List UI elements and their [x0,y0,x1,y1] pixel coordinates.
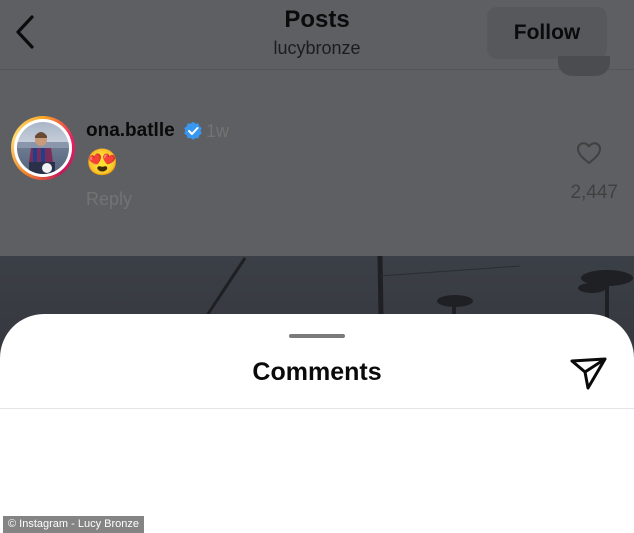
paper-plane-icon [570,357,607,390]
comments-title: Comments [252,358,382,386]
sheet-grabber[interactable] [289,334,345,338]
avatar[interactable] [11,116,75,180]
comment-username[interactable]: ona.batlle [86,120,175,142]
comment-timestamp: 1w [206,121,230,141]
comment-text: 😍 [86,147,119,177]
image-credit: © Instagram - Lucy Bronze [3,516,144,533]
comments-sheet: Comments [0,314,634,533]
verified-badge-icon [183,121,203,141]
heart-outline-icon [577,142,601,164]
sheet-divider [0,408,634,409]
like-count: 2,447 [570,182,618,203]
follow-button[interactable]: Follow [487,7,607,59]
share-button[interactable] [569,354,609,392]
post-menu-pill [558,56,610,76]
reply-button[interactable]: Reply [86,189,132,210]
like-button[interactable] [576,140,602,166]
posts-header: Posts lucybronze Follow [0,0,634,76]
avatar-photo [17,122,69,174]
